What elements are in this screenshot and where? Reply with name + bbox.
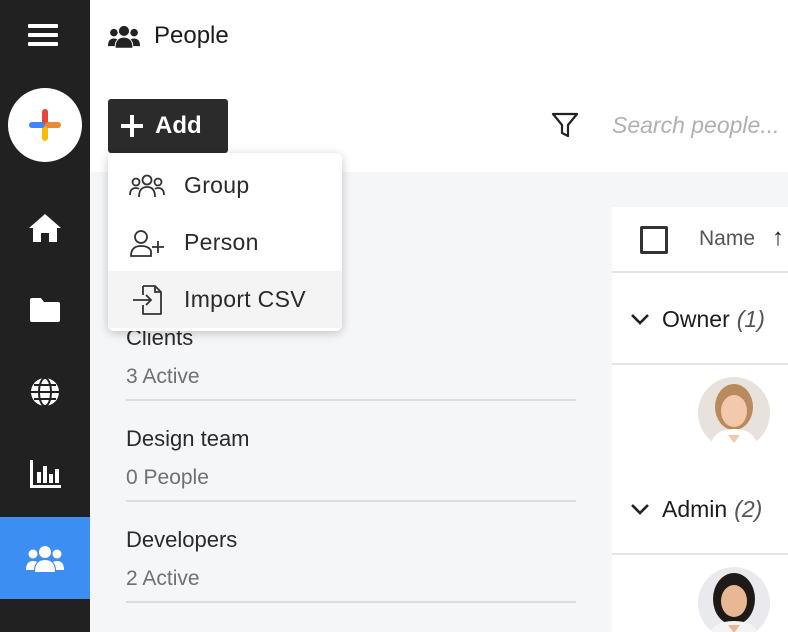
add-button[interactable]: Add [108,99,228,153]
sort-arrow-up-icon[interactable]: ↑ [772,224,784,252]
menu-item-label: Import CSV [184,286,306,312]
name-column-header[interactable]: Name [699,227,755,251]
nav-files[interactable] [0,269,90,351]
group-item-design-team[interactable]: Design team 0 People [126,401,576,502]
group-item-developers[interactable]: Developers 2 Active [126,502,576,603]
nav-home[interactable] [0,187,90,269]
role-count: (1) [736,305,765,332]
nav-reports[interactable] [0,433,90,515]
group-status: 3 Active [126,365,200,388]
chevron-down-icon [631,314,649,325]
filter-icon[interactable] [551,111,579,144]
home-icon [29,214,61,242]
group-name: Developers [126,527,238,552]
import-file-icon [133,284,162,315]
group-status: 2 Active [126,567,200,590]
add-menu: Group Person Import CSV [108,153,342,331]
group-icon [129,174,165,197]
role-group-owner[interactable]: Owner (1) [612,275,788,365]
create-button[interactable] [8,88,82,162]
role-name: Owner [662,305,730,332]
avatar[interactable] [698,567,770,632]
globe-icon [31,377,59,407]
table-header: Name ↑ [612,207,788,273]
people-icon [108,25,140,48]
group-list: Clients 3 Active Design team 0 People De… [126,300,576,603]
role-group-admin[interactable]: Admin (2) [612,465,788,555]
bar-chart-icon [30,460,61,488]
role-name: Admin [662,495,728,522]
folder-icon [30,298,60,322]
role-count: (2) [734,495,763,522]
nav-people[interactable] [0,517,90,599]
people-icon [26,546,64,572]
menu-item-import-csv[interactable]: Import CSV [108,271,342,328]
chevron-down-icon [631,504,649,515]
group-status: 0 People [126,466,209,489]
nav-web[interactable] [0,351,90,433]
menu-item-label: Group [184,172,250,198]
add-person-icon [130,229,164,257]
page-title-text: People [154,22,229,49]
menu-item-group[interactable]: Group [108,157,342,214]
plus-icon [121,115,143,137]
search-input[interactable] [612,106,788,144]
select-all-checkbox[interactable] [640,226,668,254]
group-name: Design team [126,426,250,451]
people-table: Name ↑ Owner (1) Admin (2) [612,207,788,632]
menu-item-label: Person [184,229,259,255]
hamburger-menu-icon[interactable] [28,24,58,50]
page-title: People [108,22,229,50]
add-button-label: Add [155,112,202,139]
sidebar [0,0,90,632]
colorful-plus-icon [29,109,61,141]
menu-item-person[interactable]: Person [108,214,342,271]
avatar[interactable] [698,377,770,449]
